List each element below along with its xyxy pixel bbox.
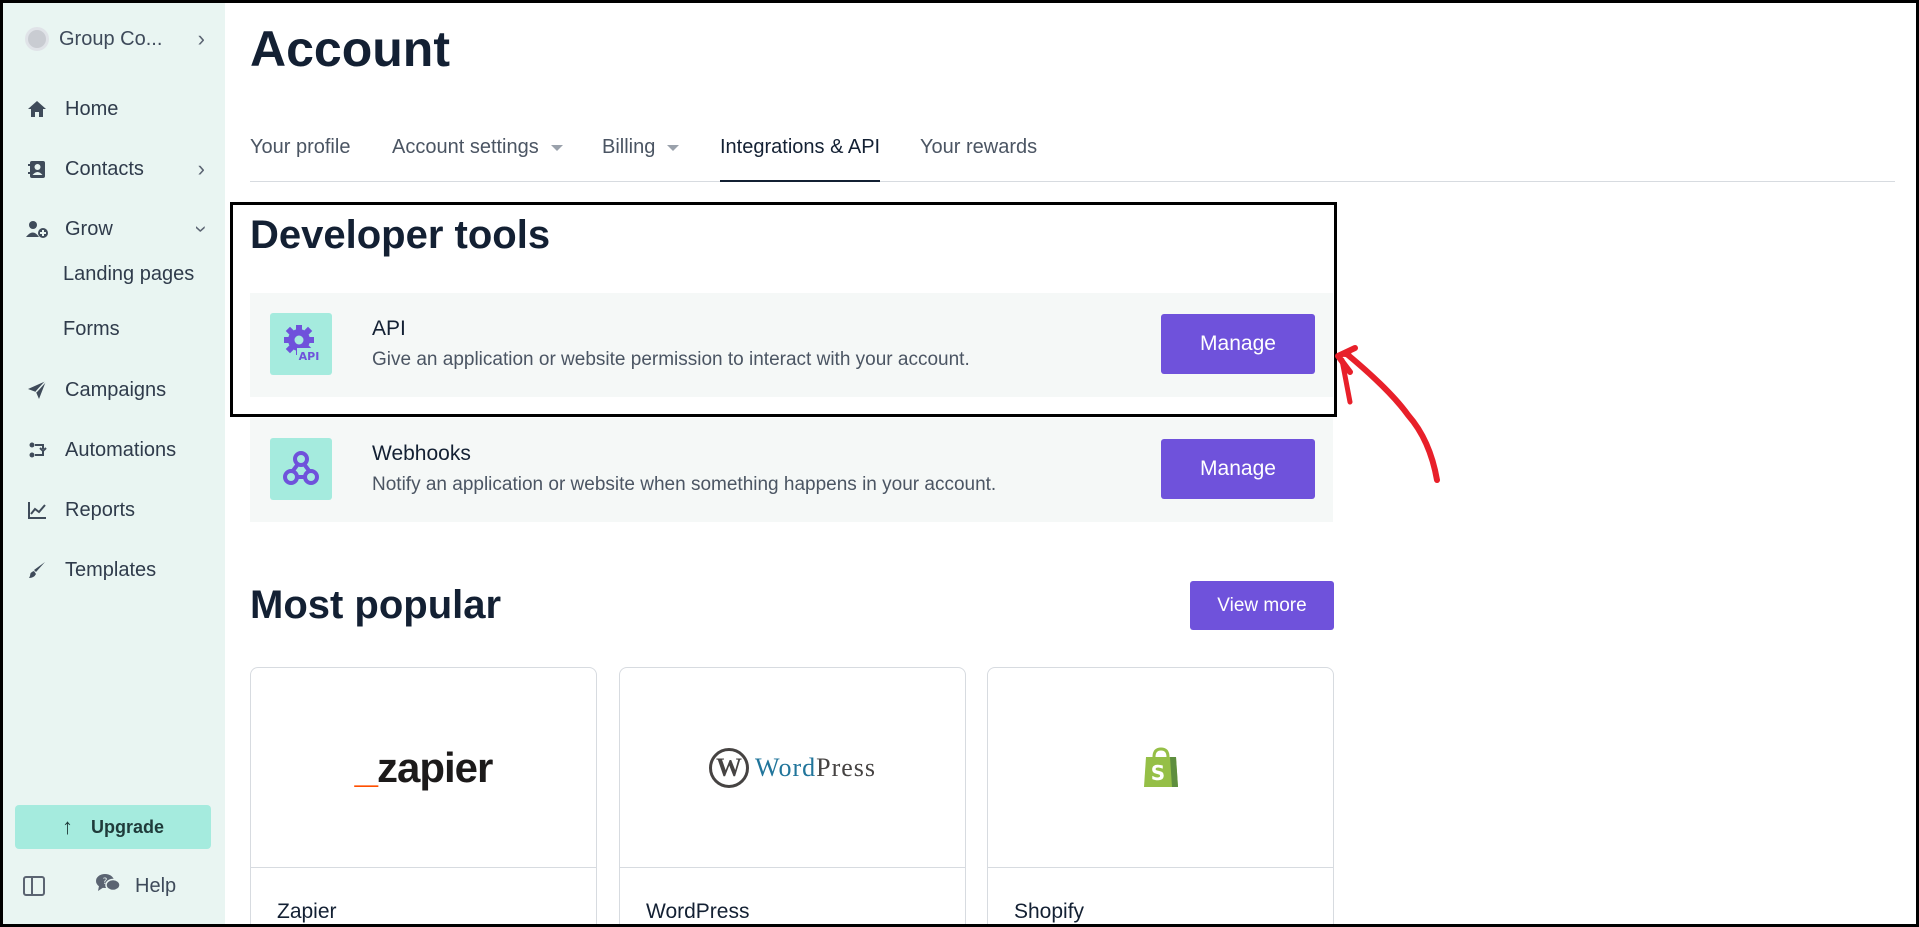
card-title: WordPress (646, 900, 750, 923)
collapse-sidebar-icon[interactable] (23, 876, 45, 896)
api-title: API (372, 317, 406, 340)
webhooks-title: Webhooks (372, 442, 471, 465)
chevron-right-icon: › (197, 26, 205, 51)
card-title: Zapier (277, 900, 337, 923)
tab-label: Account settings (392, 136, 539, 158)
sidebar-item-contacts[interactable]: Contacts › (25, 149, 205, 189)
tab-label: Your rewards (920, 136, 1038, 158)
sidebar-item-label: Home (65, 97, 119, 120)
chart-icon (25, 498, 49, 522)
wordpress-w-icon: W (708, 747, 749, 788)
chevron-down-icon: › (189, 225, 215, 233)
api-row: API API Give an application or website p… (250, 293, 1333, 397)
most-popular-heading: Most popular (250, 583, 502, 627)
upgrade-button[interactable]: ↑ Upgrade (15, 805, 211, 849)
sidebar-item-label: Campaigns (65, 378, 167, 401)
wordpress-logo-text-a: Word (754, 752, 817, 782)
contacts-icon (25, 157, 49, 181)
sidebar: Group Co... › Home Contacts › Grow › Lan… (3, 3, 225, 924)
webhooks-icon (270, 438, 332, 500)
shopify-bag-icon: S (1143, 746, 1178, 787)
grow-icon (25, 217, 49, 241)
zapier-logo-text: zapier (376, 743, 493, 791)
tab-integrations-api[interactable]: Integrations & API (720, 136, 881, 182)
sidebar-subitem-forms[interactable]: Forms (63, 318, 120, 341)
sidebar-footer: ? Help (23, 871, 213, 901)
zapier-logo-dash: _ (354, 743, 378, 791)
sidebar-item-campaigns[interactable]: Campaigns (25, 370, 205, 410)
sidebar-item-grow[interactable]: Grow › (25, 209, 214, 249)
view-more-button[interactable]: View more (1190, 581, 1334, 630)
developer-tools-heading: Developer tools (250, 213, 551, 257)
sidebar-item-label: Reports (65, 498, 136, 521)
sidebar-subitem-landing-pages[interactable]: Landing pages (63, 263, 194, 286)
zapier-logo: _zapier (251, 668, 596, 868)
svg-text:?: ? (103, 877, 108, 887)
automations-icon (25, 438, 49, 462)
chevron-right-icon: › (197, 156, 205, 181)
tab-label: Integrations & API (720, 136, 881, 158)
paper-plane-icon (25, 378, 49, 402)
arrow-up-icon: ↑ (61, 814, 73, 839)
integration-card-wordpress[interactable]: W WordPress WordPress (619, 667, 966, 927)
chat-bubbles-icon: ? (95, 872, 121, 900)
integration-card-shopify[interactable]: S Shopify (987, 667, 1334, 927)
webhooks-description: Notify an application or website when so… (372, 474, 997, 495)
sidebar-item-home[interactable]: Home (25, 89, 205, 129)
caret-down-icon (667, 145, 680, 151)
api-icon-text: API (299, 350, 320, 363)
tab-billing[interactable]: Billing (602, 136, 680, 182)
tab-your-rewards[interactable]: Your rewards (920, 136, 1037, 182)
account-name: Group Co... (59, 27, 163, 50)
svg-text:S: S (1150, 761, 1164, 785)
account-avatar (25, 27, 49, 51)
wordpress-logo: W WordPress (620, 668, 965, 868)
integration-card-zapier[interactable]: _zapier Zapier (250, 667, 597, 927)
sidebar-item-label: Grow (65, 217, 113, 240)
home-icon (25, 97, 49, 121)
account-tabs: Your profile Account settings Billing In… (250, 130, 1895, 182)
sidebar-item-reports[interactable]: Reports (25, 490, 205, 530)
tab-label: Billing (602, 136, 656, 158)
caret-down-icon (550, 145, 563, 151)
sidebar-item-label: Templates (65, 558, 157, 581)
sidebar-item-label: Contacts (65, 157, 144, 180)
help-link[interactable]: Help (135, 875, 176, 898)
tab-label: Your profile (250, 136, 351, 158)
card-title: Shopify (1014, 900, 1085, 923)
annotation-arrow (1335, 345, 1440, 483)
api-description: Give an application or website permissio… (372, 349, 970, 370)
sidebar-item-automations[interactable]: Automations (25, 430, 205, 470)
account-switcher[interactable]: Group Co... › (25, 23, 205, 55)
api-gear-icon: API (270, 313, 332, 375)
sidebar-item-label: Automations (65, 438, 177, 461)
shopify-logo: S (988, 668, 1333, 868)
tab-account-settings[interactable]: Account settings (392, 136, 563, 182)
tab-your-profile[interactable]: Your profile (250, 136, 350, 182)
wordpress-logo-text-b: Press (816, 752, 877, 782)
sidebar-item-templates[interactable]: Templates (25, 550, 205, 590)
webhooks-row: Webhooks Notify an application or websit… (250, 418, 1333, 522)
brush-icon (25, 558, 49, 582)
upgrade-label: Upgrade (90, 816, 164, 837)
page-title: Account (250, 21, 450, 77)
